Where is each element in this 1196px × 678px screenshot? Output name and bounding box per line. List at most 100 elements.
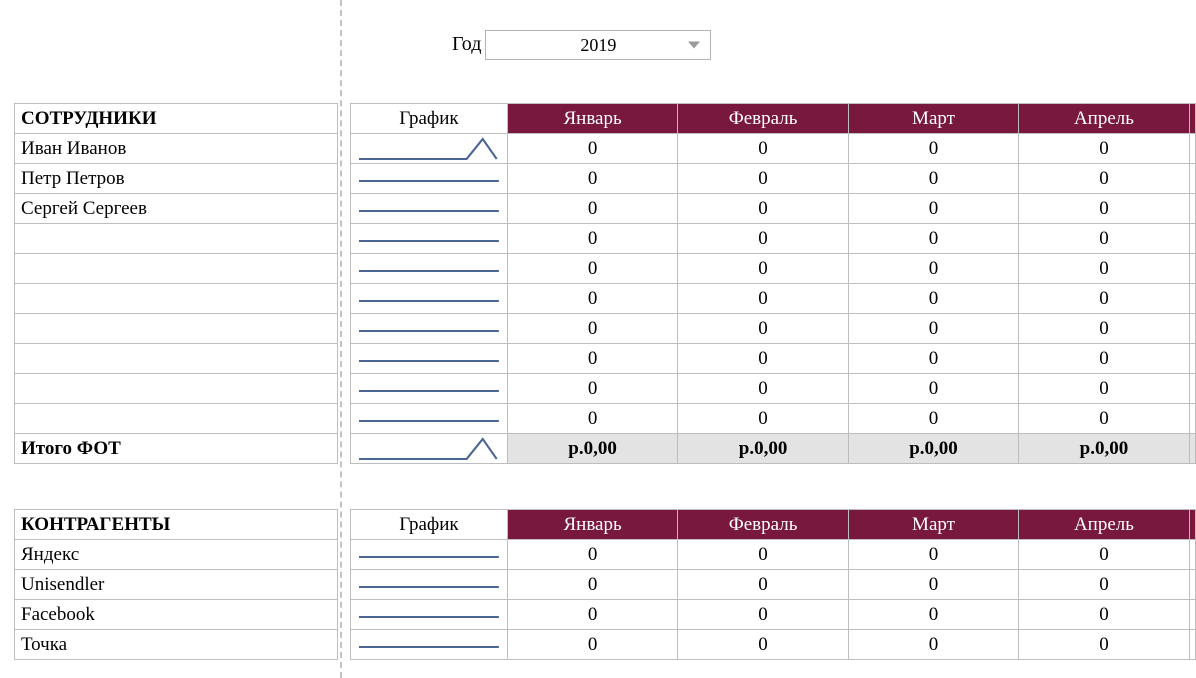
data-cell[interactable]: 0 <box>507 540 677 570</box>
data-cell[interactable]: р.0,00 <box>848 434 1018 464</box>
sparkline-cell[interactable] <box>351 254 508 284</box>
row-label[interactable] <box>15 224 338 254</box>
sparkline-cell[interactable] <box>351 570 508 600</box>
sparkline-cell[interactable] <box>351 374 508 404</box>
row-label[interactable]: Яндекс <box>15 540 338 570</box>
data-cell[interactable]: 0 <box>1019 284 1189 314</box>
row-label[interactable]: Facebook <box>15 600 338 630</box>
data-cell[interactable]: 0 <box>1019 134 1189 164</box>
data-cell[interactable]: 0 <box>848 254 1018 284</box>
data-cell[interactable]: 0 <box>507 284 677 314</box>
data-cell[interactable]: 0 <box>848 164 1018 194</box>
data-cell[interactable]: 0 <box>1019 374 1189 404</box>
data-cell[interactable]: 0 <box>678 254 848 284</box>
data-cell[interactable]: 0 <box>678 224 848 254</box>
data-cell[interactable]: 0 <box>1019 164 1189 194</box>
data-cell[interactable]: 0 <box>1019 254 1189 284</box>
data-cell[interactable]: 0 <box>507 194 677 224</box>
sparkline-cell[interactable] <box>351 434 508 464</box>
data-cell[interactable]: 0 <box>1019 314 1189 344</box>
row-label[interactable] <box>15 314 338 344</box>
row-label[interactable]: Петр Петров <box>15 164 338 194</box>
data-cell[interactable]: 0 <box>848 284 1018 314</box>
data-cell[interactable]: 0 <box>507 254 677 284</box>
data-cell[interactable]: 0 <box>848 374 1018 404</box>
data-cell[interactable]: 0 <box>678 374 848 404</box>
data-cell[interactable]: 0 <box>678 600 848 630</box>
sparkline-icon <box>359 319 499 339</box>
data-cell[interactable]: 0 <box>848 600 1018 630</box>
data-cell[interactable]: 0 <box>848 344 1018 374</box>
data-cell[interactable]: 0 <box>1019 570 1189 600</box>
data-cell[interactable]: 0 <box>848 540 1018 570</box>
data-cell[interactable]: р.0,00 <box>507 434 677 464</box>
data-cell[interactable]: 0 <box>848 570 1018 600</box>
column-header-month: Апрель <box>1019 510 1189 540</box>
data-cell[interactable]: 0 <box>848 224 1018 254</box>
sparkline-cell[interactable] <box>351 630 508 660</box>
data-cell[interactable]: 0 <box>507 314 677 344</box>
data-cell[interactable]: 0 <box>1019 224 1189 254</box>
data-cell[interactable]: 0 <box>678 570 848 600</box>
data-cell[interactable]: 0 <box>848 404 1018 434</box>
row-label[interactable] <box>15 374 338 404</box>
data-cell[interactable]: 0 <box>507 404 677 434</box>
data-cell[interactable]: 0 <box>678 284 848 314</box>
data-cell[interactable]: 0 <box>507 570 677 600</box>
data-cell[interactable]: 0 <box>1019 404 1189 434</box>
data-cell[interactable]: р.0,00 <box>1019 434 1189 464</box>
sparkline-cell[interactable] <box>351 164 508 194</box>
row-label[interactable] <box>15 254 338 284</box>
sparkline-cell[interactable] <box>351 224 508 254</box>
column-header-month: Апрель <box>1019 104 1189 134</box>
data-cell[interactable]: 0 <box>507 374 677 404</box>
data-cell[interactable]: 0 <box>507 344 677 374</box>
data-cell[interactable]: 0 <box>1019 630 1189 660</box>
data-cell[interactable]: 0 <box>678 540 848 570</box>
data-cell[interactable]: 0 <box>1019 194 1189 224</box>
row-label[interactable]: КОНТРАГЕНТЫ <box>15 510 338 540</box>
sparkline-cell[interactable] <box>351 600 508 630</box>
data-cell[interactable]: 0 <box>507 164 677 194</box>
data-cell[interactable]: 0 <box>848 630 1018 660</box>
row-label[interactable]: Сергей Сергеев <box>15 194 338 224</box>
sparkline-cell[interactable] <box>351 314 508 344</box>
row-label[interactable] <box>15 404 338 434</box>
row-label[interactable]: Итого ФОТ <box>15 434 338 464</box>
row-label[interactable] <box>15 344 338 374</box>
sparkline-cell[interactable] <box>351 540 508 570</box>
data-cell[interactable]: 0 <box>678 344 848 374</box>
data-cell[interactable]: 0 <box>678 194 848 224</box>
data-cell[interactable]: 0 <box>507 630 677 660</box>
data-cell[interactable]: 0 <box>507 134 677 164</box>
row-label[interactable] <box>15 284 338 314</box>
sparkline-cell[interactable] <box>351 194 508 224</box>
data-cell[interactable]: 0 <box>678 630 848 660</box>
row-label[interactable]: Точка <box>15 630 338 660</box>
data-cell[interactable]: 0 <box>678 134 848 164</box>
sparkline-cell[interactable] <box>351 284 508 314</box>
data-cell[interactable]: 0 <box>848 134 1018 164</box>
data-cell[interactable]: 0 <box>507 600 677 630</box>
data-cell[interactable]: 0 <box>1019 600 1189 630</box>
sparkline-icon <box>359 605 499 625</box>
data-cell[interactable]: 0 <box>678 164 848 194</box>
row-label[interactable]: Unisendler <box>15 570 338 600</box>
data-cell[interactable]: 0 <box>678 404 848 434</box>
sparkline-cell[interactable] <box>351 344 508 374</box>
data-cell[interactable]: 0 <box>507 224 677 254</box>
data-cell[interactable]: 0 <box>678 314 848 344</box>
data-cell[interactable]: 0 <box>1019 540 1189 570</box>
row-label[interactable]: Иван Иванов <box>15 134 338 164</box>
row-label[interactable]: СОТРУДНИКИ <box>15 104 338 134</box>
sparkline-cell[interactable] <box>351 134 508 164</box>
data-cell[interactable]: 0 <box>1019 344 1189 374</box>
data-cell[interactable]: 0 <box>848 194 1018 224</box>
chevron-down-icon <box>688 42 700 49</box>
year-select[interactable]: 2019 <box>485 30 711 60</box>
data-cell[interactable]: р.0,00 <box>678 434 848 464</box>
sparkline-cell[interactable] <box>351 404 508 434</box>
column-header-month: Январь <box>507 104 677 134</box>
data-cell[interactable]: 0 <box>848 314 1018 344</box>
sparkline-icon <box>359 349 499 369</box>
